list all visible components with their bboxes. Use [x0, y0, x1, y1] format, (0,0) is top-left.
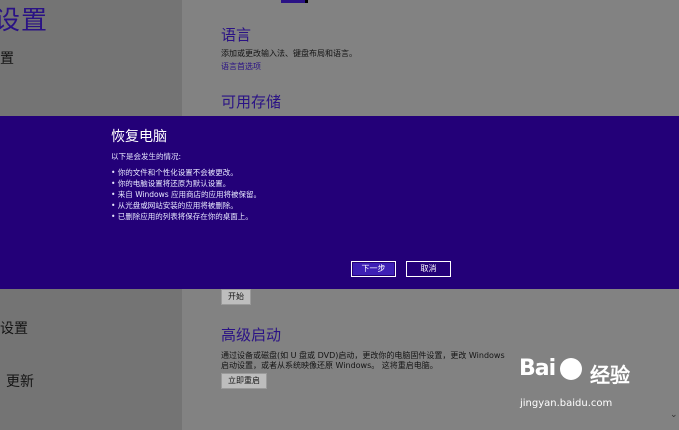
focus-indicator: [281, 0, 308, 3]
dialog-subtitle: 以下是会发生的情况:: [111, 152, 182, 161]
baidu-paw-icon: [560, 358, 582, 380]
list-item: • 来自 Windows 应用商店的应用将被保留。: [111, 190, 262, 199]
dialog-title: 恢复电脑: [111, 129, 167, 145]
cancel-button[interactable]: 取消: [406, 261, 451, 277]
next-button[interactable]: 下一步: [351, 261, 396, 277]
left-nav-item[interactable]: 置: [0, 48, 14, 68]
language-section-title: 语言: [221, 26, 252, 44]
list-item: • 从光盘或网站安装的应用将被删除。: [111, 201, 238, 210]
watermark-url: jingyan.baidu.com: [520, 398, 613, 409]
dialog-list: • 你的文件和个性化设置不会被更改。 • 你的电脑设置将还原为默认设置。 • 来…: [111, 167, 261, 222]
list-item: • 你的电脑设置将还原为默认设置。: [111, 179, 231, 188]
language-description: 添加或更改输入法、键盘布局和语言。: [221, 49, 357, 58]
list-item: • 已删除应用的列表将保存在你的桌面上。: [111, 212, 253, 221]
baidu-watermark: Bai: [519, 356, 556, 381]
restart-now-button[interactable]: 立即重启: [221, 373, 267, 389]
page-title: 设置: [0, 6, 49, 36]
left-nav-item[interactable]: 更新: [6, 371, 34, 391]
advanced-startup-title: 高级启动: [221, 326, 282, 344]
language-preferences-link[interactable]: 语言首选项: [221, 61, 261, 72]
scroll-down-icon[interactable]: ⌄: [670, 410, 678, 420]
advanced-startup-description-2: 启动设置，或者从系统映像还原 Windows。 这将重启电脑。: [221, 361, 438, 370]
list-item: • 你的文件和个性化设置不会被更改。: [111, 168, 238, 177]
watermark-brand-2: 经验: [590, 363, 630, 387]
start-button[interactable]: 开始: [221, 289, 251, 305]
left-nav-item[interactable]: 设置: [0, 318, 28, 338]
storage-section-title: 可用存储: [221, 93, 282, 111]
refresh-pc-dialog: [0, 116, 679, 289]
watermark-brand: Bai: [519, 356, 556, 381]
